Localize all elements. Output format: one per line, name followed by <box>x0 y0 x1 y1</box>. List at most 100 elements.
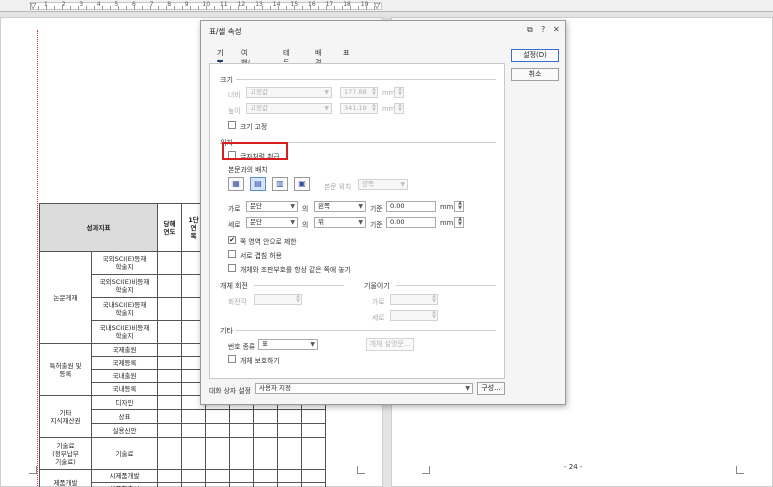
table-item-cell[interactable]: 시제품개발 <box>91 469 158 483</box>
allow-overlap-checkbox[interactable] <box>228 250 236 258</box>
dialog-setting-select[interactable]: 사용자 지정 ▼ <box>255 383 473 394</box>
number-type-select[interactable]: 표 ▼ <box>258 339 318 350</box>
height-unit-spin[interactable]: ▲ ▼ <box>394 103 404 114</box>
table-item-cell[interactable]: 국내출원 <box>91 369 158 383</box>
ok-button[interactable]: 설정(D) <box>511 49 559 62</box>
table-cell[interactable] <box>205 469 230 483</box>
height-value-input[interactable]: 341.19 ▲ ▼ <box>340 103 378 114</box>
table-cell[interactable] <box>157 423 182 438</box>
limit-to-page-checkbox[interactable]: ✔ <box>228 236 236 244</box>
table-cell[interactable] <box>157 469 182 483</box>
skew-h-input[interactable]: ▲ ▼ <box>390 294 438 305</box>
skew-v-input[interactable]: ▲ ▼ <box>390 310 438 321</box>
tab-margin-caption[interactable]: 여백/캡션 <box>241 48 250 87</box>
table-cell[interactable] <box>301 437 326 470</box>
vertical-base-spin[interactable]: ▲ ▼ <box>454 217 464 228</box>
table-header-cell[interactable]: 성과지표 <box>39 203 158 252</box>
size-lock-checkbox[interactable] <box>228 121 236 129</box>
table-cell[interactable] <box>277 482 302 487</box>
table-item-cell[interactable]: 국외SCI(E)비등재 학술지 <box>91 274 158 298</box>
height-mode-select[interactable]: 고정값 ▼ <box>246 103 332 114</box>
table-header-cell[interactable]: 당해 연도 <box>157 203 182 252</box>
horizontal-base-input[interactable]: 0.00 <box>386 201 436 212</box>
help-icon[interactable]: ? <box>541 25 545 34</box>
table-cell[interactable] <box>229 469 254 483</box>
vertical-ref-select[interactable]: 문단 ▼ <box>246 217 298 228</box>
table-cell[interactable] <box>253 437 278 470</box>
close-icon[interactable]: ✕ <box>553 25 560 34</box>
table-cell[interactable] <box>277 423 302 438</box>
protect-object-checkbox[interactable] <box>228 355 236 363</box>
table-item-cell[interactable]: 기술료 <box>91 437 158 470</box>
table-cell[interactable] <box>181 409 206 424</box>
table-item-cell[interactable]: 상품화출시 <box>91 482 158 487</box>
tab-basic[interactable]: 기본 <box>217 48 224 67</box>
wrap-position-select[interactable]: 양쪽 ▼ <box>358 179 408 190</box>
table-cell[interactable] <box>277 437 302 470</box>
restore-icon[interactable]: ⧉ <box>527 25 533 35</box>
table-cell[interactable] <box>157 369 182 383</box>
vertical-align-select[interactable]: 위 ▼ <box>314 217 366 228</box>
horizontal-base-spin[interactable]: ▲ ▼ <box>454 201 464 212</box>
table-cell[interactable] <box>301 409 326 424</box>
table-cell[interactable] <box>157 343 182 357</box>
tab-border[interactable]: 테두리 <box>283 48 289 77</box>
table-group-cell[interactable]: 기술료 (정부납부 기술료) <box>39 437 92 470</box>
horizontal-align-select[interactable]: 왼쪽 ▼ <box>314 201 366 212</box>
table-cell[interactable] <box>301 423 326 438</box>
table-cell[interactable] <box>205 437 230 470</box>
table-cell[interactable] <box>229 423 254 438</box>
tab-table[interactable]: 표 <box>343 48 349 62</box>
table-cell[interactable] <box>157 395 182 410</box>
rotation-angle-input[interactable]: ▲ ▼ <box>254 294 302 305</box>
table-cell[interactable] <box>229 409 254 424</box>
table-cell[interactable] <box>157 437 182 470</box>
cancel-button[interactable]: 취소 <box>511 68 559 81</box>
table-cell[interactable] <box>277 469 302 483</box>
table-cell[interactable] <box>181 423 206 438</box>
table-cell[interactable] <box>205 482 230 487</box>
table-cell[interactable] <box>157 482 182 487</box>
config-button[interactable]: 구성... <box>477 382 505 395</box>
table-cell[interactable] <box>157 320 182 344</box>
table-item-cell[interactable]: 국내SCI(E)비등재 학술지 <box>91 320 158 344</box>
table-cell[interactable] <box>205 409 230 424</box>
table-cell[interactable] <box>253 423 278 438</box>
table-cell[interactable] <box>301 482 326 487</box>
table-cell[interactable] <box>157 409 182 424</box>
width-value-input[interactable]: 177.88 ▲ ▼ <box>340 87 378 98</box>
table-item-cell[interactable]: 디자인 <box>91 395 158 410</box>
table-cell[interactable] <box>181 437 206 470</box>
width-mode-select[interactable]: 고정값 ▼ <box>246 87 332 98</box>
table-cell[interactable] <box>253 409 278 424</box>
behind-text-icon[interactable]: ▥ <box>272 177 288 191</box>
top-bottom-wrap-icon[interactable]: ▤ <box>250 177 266 191</box>
indent-marker-right[interactable]: ▽ <box>374 1 380 10</box>
table-cell[interactable] <box>181 469 206 483</box>
table-cell[interactable] <box>253 482 278 487</box>
keep-same-page-checkbox[interactable] <box>228 264 236 272</box>
table-item-cell[interactable]: 국제출원 <box>91 343 158 357</box>
table-item-cell[interactable]: 국외SCI(E)등재 학술지 <box>91 251 158 275</box>
indent-marker-left[interactable]: ▽ <box>30 1 36 10</box>
table-group-cell[interactable]: 특허출원 및 등록 <box>39 343 92 396</box>
table-item-cell[interactable]: 실용신안 <box>91 423 158 438</box>
table-cell[interactable] <box>229 482 254 487</box>
table-cell[interactable] <box>157 356 182 370</box>
table-item-cell[interactable]: 상표 <box>91 409 158 424</box>
dialog-title-bar[interactable]: 표/셀 속성 ⧉ ? ✕ <box>201 21 565 41</box>
table-cell[interactable] <box>181 482 206 487</box>
table-cell[interactable] <box>157 382 182 396</box>
in-front-text-icon[interactable]: ▣ <box>294 177 310 191</box>
table-group-cell[interactable]: 제품개발 <box>39 469 92 487</box>
width-unit-spin[interactable]: ▲ ▼ <box>394 87 404 98</box>
square-wrap-icon[interactable]: ▦ <box>228 177 244 191</box>
table-item-cell[interactable]: 국내SCI(E)등재 학술지 <box>91 297 158 321</box>
table-cell[interactable] <box>157 274 182 298</box>
table-cell[interactable] <box>301 469 326 483</box>
table-cell[interactable] <box>277 409 302 424</box>
tab-background[interactable]: 배경 <box>315 48 321 67</box>
table-item-cell[interactable]: 국제등록 <box>91 356 158 370</box>
vertical-base-input[interactable]: 0.00 <box>386 217 436 228</box>
table-cell[interactable] <box>157 297 182 321</box>
